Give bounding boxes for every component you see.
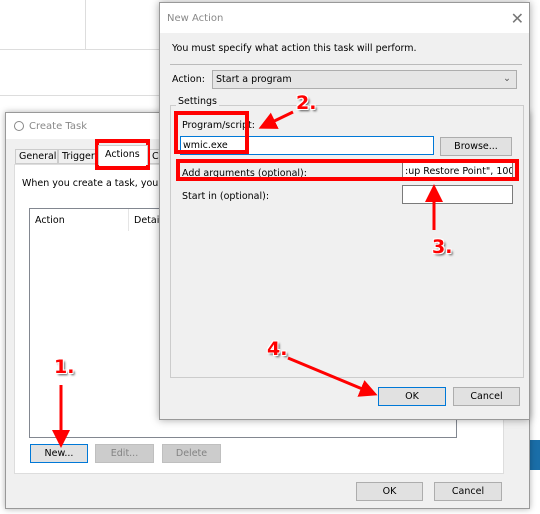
- tab-actions[interactable]: Actions: [98, 145, 148, 165]
- arrow-2: [258, 110, 294, 129]
- annotation-arrows: [52, 110, 443, 448]
- arrow-4: [287, 356, 378, 397]
